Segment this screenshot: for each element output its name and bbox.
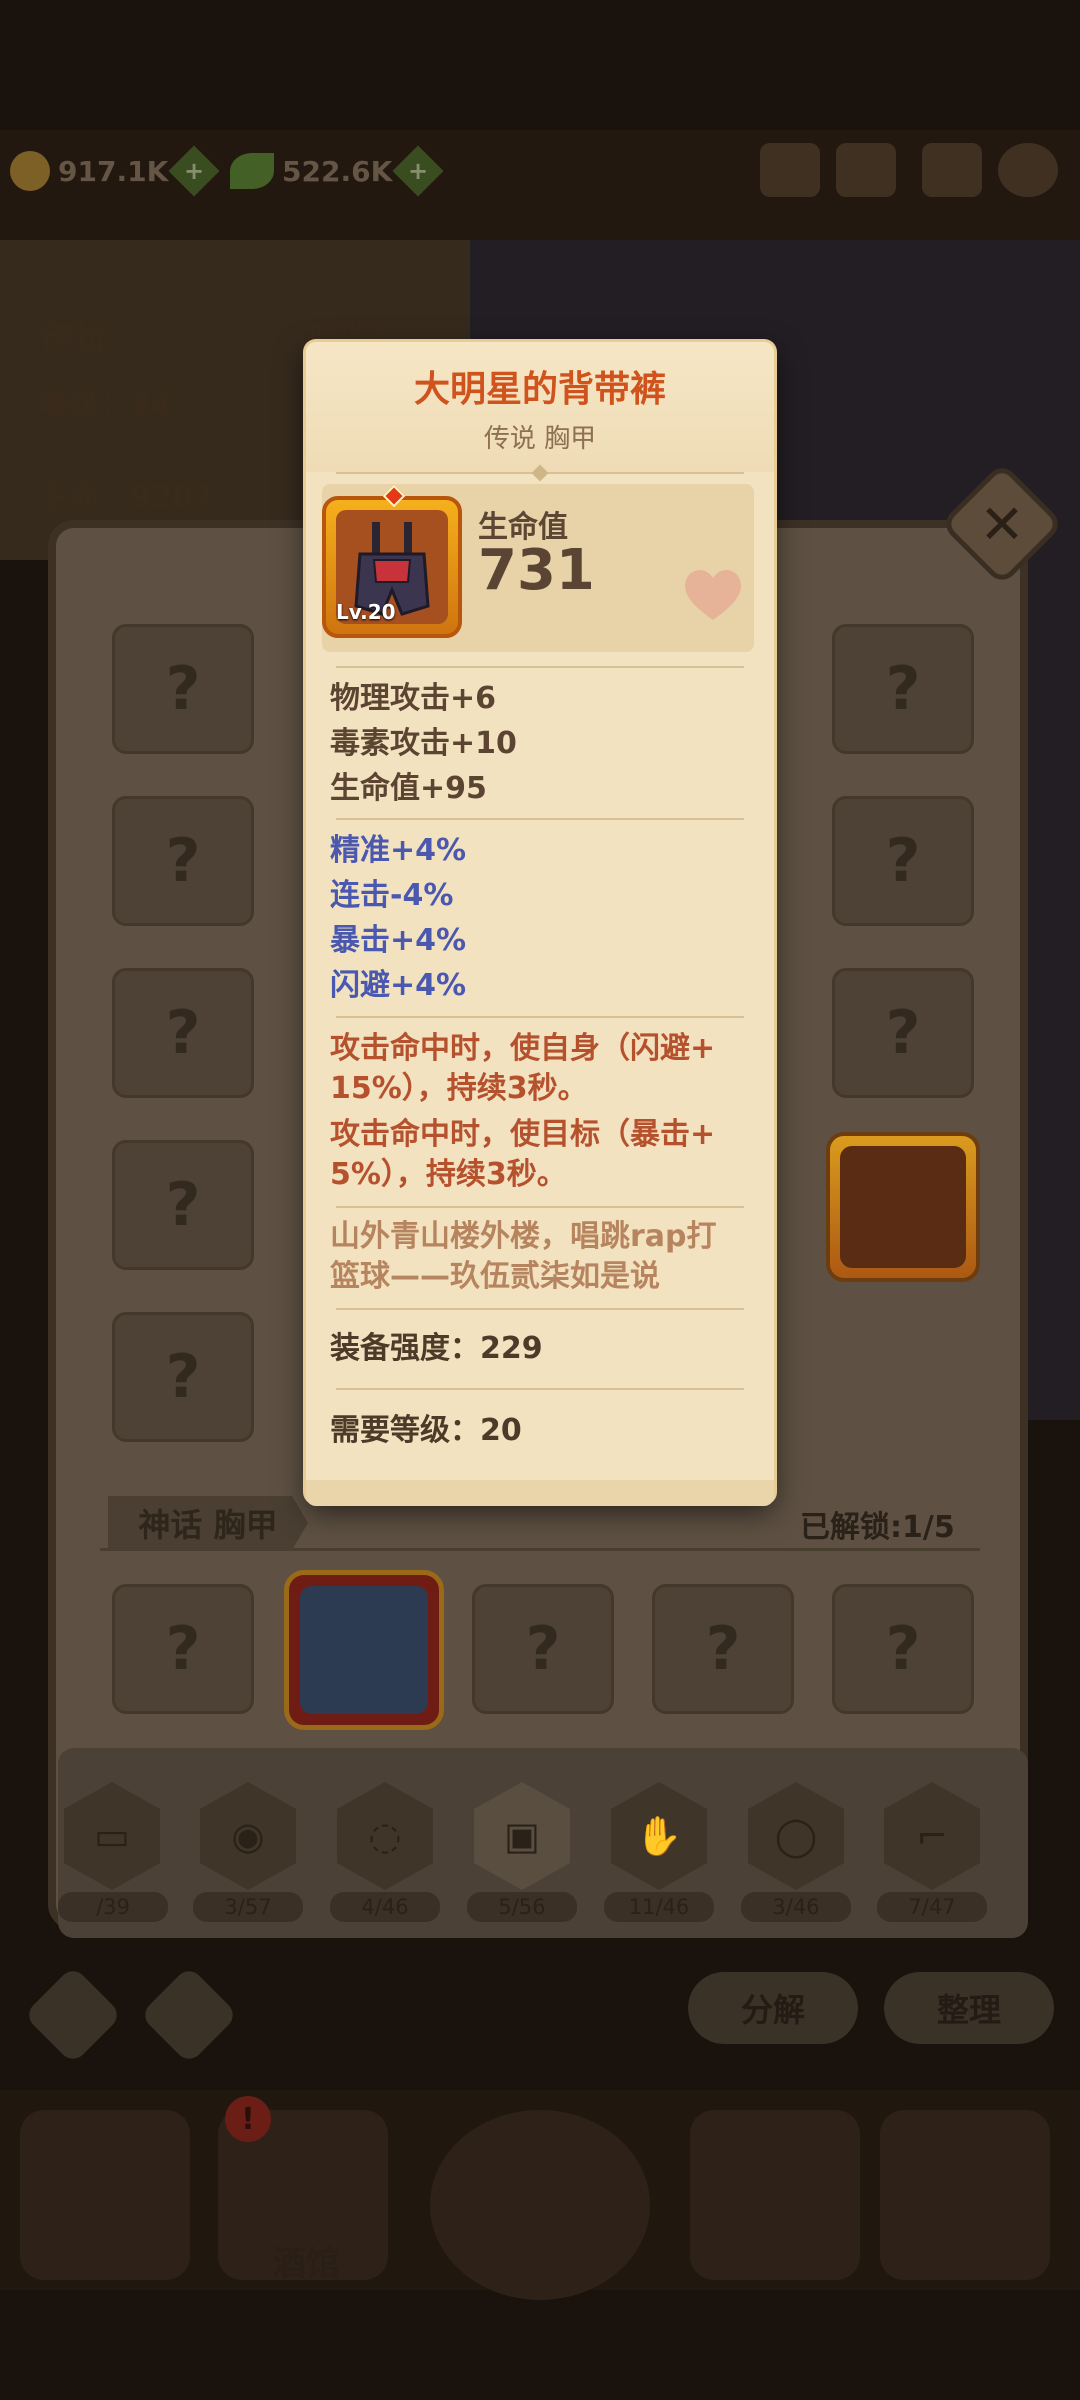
- divider: [336, 1206, 744, 1208]
- locked-slot[interactable]: ?: [112, 796, 254, 926]
- tooltip-footer: [306, 1480, 774, 1506]
- locked-slot[interactable]: ?: [472, 1584, 614, 1714]
- main-stat-value: 731: [478, 538, 595, 603]
- hero-level: 等级：34: [40, 388, 172, 423]
- divider: [336, 666, 744, 668]
- locked-slot[interactable]: ?: [832, 624, 974, 754]
- item-name: 大明星的背带裤: [413, 369, 666, 410]
- nav-forge-icon[interactable]: [880, 2110, 1050, 2280]
- locked-slot[interactable]: ?: [112, 624, 254, 754]
- effect-line: 15%），持续3秒。: [330, 1071, 588, 1106]
- settings-gear-icon[interactable]: [998, 143, 1058, 197]
- hero-name: 伊拉: [40, 320, 108, 360]
- category-count: 4/46: [330, 1892, 440, 1922]
- locked-slot[interactable]: ?: [112, 1312, 254, 1442]
- decompose-button[interactable]: 分解: [688, 1972, 858, 2044]
- hat-icon[interactable]: [760, 143, 820, 197]
- locked-slot[interactable]: ?: [832, 796, 974, 926]
- hero-hp: 生命：9207: [40, 480, 214, 515]
- required-level: 需要等级：20: [330, 1413, 522, 1448]
- locked-slot[interactable]: ?: [112, 968, 254, 1098]
- flavor-text: 篮球——玖伍贰柒如是说: [330, 1259, 660, 1294]
- bonus-stat: 暴击+4%: [330, 923, 467, 958]
- locked-slot[interactable]: ?: [112, 1140, 254, 1270]
- category-count: 11/46: [604, 1892, 714, 1922]
- gold-amount: 917.1K: [58, 154, 169, 188]
- alert-badge: !: [225, 2096, 271, 2142]
- divider: [336, 1308, 744, 1310]
- bonus-stat: 连击-4%: [330, 878, 454, 913]
- bonus-stat: 精准+4%: [330, 833, 467, 868]
- organize-button[interactable]: 整理: [884, 1972, 1054, 2044]
- nav-tavern-label: 酒馆: [272, 2244, 340, 2284]
- category-count: 5/56: [467, 1892, 577, 1922]
- hero-portrait-button[interactable]: [23, 1965, 123, 2065]
- divider: [336, 818, 744, 820]
- equipment-strength: 装备强度：229: [330, 1331, 543, 1366]
- overalls-icon: [840, 1146, 966, 1268]
- locked-slot[interactable]: ?: [832, 1584, 974, 1714]
- base-stat: 物理攻击+6: [330, 681, 497, 716]
- effect-line: 5%），持续3秒。: [330, 1157, 567, 1192]
- gold-display: 917.1K +: [10, 145, 220, 197]
- effect-line: 攻击命中时，使自身（闪避+: [330, 1031, 716, 1066]
- close-icon: ✕: [979, 492, 1025, 556]
- gem-display: 522.6K +: [230, 145, 444, 197]
- category-count: /39: [58, 1892, 168, 1922]
- add-gem-button[interactable]: +: [392, 145, 444, 197]
- armor-icon: [300, 1586, 428, 1714]
- filter-button[interactable]: [139, 1965, 239, 2065]
- unlocked-count: 已解锁:1/5: [800, 1510, 955, 1545]
- category-count: 7/47: [877, 1892, 987, 1922]
- section-title: 神话 胸甲: [108, 1496, 308, 1550]
- locked-slot[interactable]: ?: [832, 968, 974, 1098]
- base-stat: 生命值+95: [330, 771, 487, 806]
- item-level-badge: Lv.20: [336, 600, 396, 624]
- gold-coin-icon: [10, 151, 50, 191]
- bonus-stat: 闪避+4%: [330, 968, 467, 1003]
- nav-adventure-icon[interactable]: [430, 2110, 650, 2300]
- leaf-currency-icon: [230, 153, 274, 189]
- flavor-text: 山外青山楼外楼，唱跳rap打: [330, 1219, 717, 1254]
- mail-icon[interactable]: [922, 143, 982, 197]
- divider: [336, 1016, 744, 1018]
- locked-slot[interactable]: ?: [652, 1584, 794, 1714]
- effect-line: 攻击命中时，使目标（暴击+: [330, 1117, 716, 1152]
- base-stat: 毒素攻击+10: [330, 726, 517, 761]
- category-count: 3/46: [741, 1892, 851, 1922]
- category-count: 3/57: [193, 1892, 303, 1922]
- chat-icon[interactable]: [836, 143, 896, 197]
- locked-slot[interactable]: ?: [112, 1584, 254, 1714]
- nav-pumpkin-icon[interactable]: [690, 2110, 860, 2280]
- item-rarity-slot: 传说 胸甲: [483, 424, 597, 454]
- add-gold-button[interactable]: +: [168, 145, 220, 197]
- gem-amount: 522.6K: [282, 154, 393, 188]
- heart-icon: [685, 569, 741, 620]
- divider: [336, 1388, 744, 1390]
- nav-house-icon[interactable]: [20, 2110, 190, 2280]
